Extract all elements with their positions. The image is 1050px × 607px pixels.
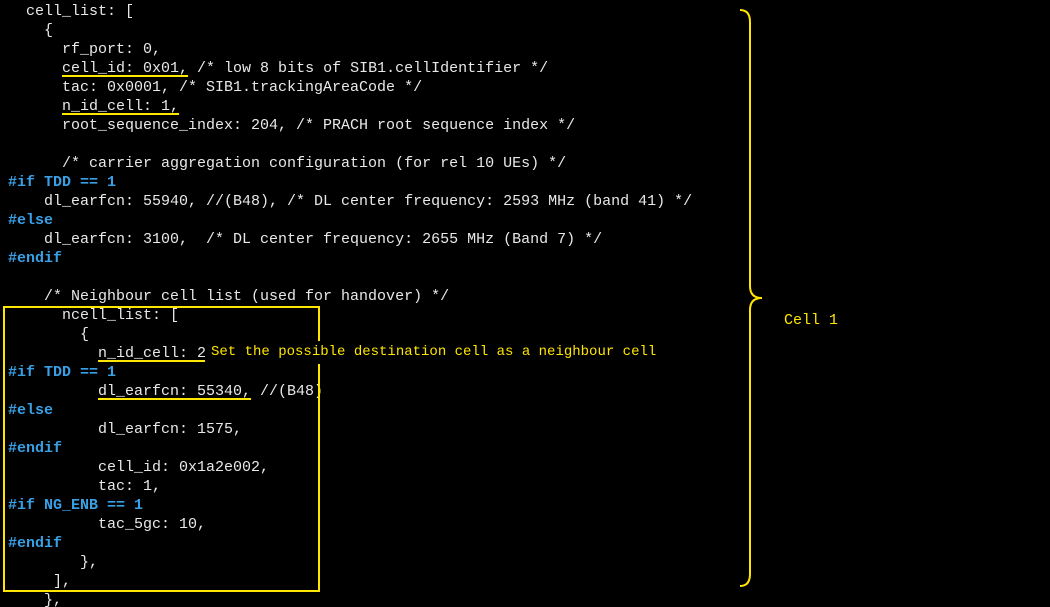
brace-label: Cell 1 [784, 311, 838, 330]
code-line: cell_list: [ [8, 2, 692, 21]
code-line: #endif [8, 439, 692, 458]
code-line: #if TDD == 1 [8, 173, 692, 192]
code-line: ncell_list: [ [8, 306, 692, 325]
code-block: cell_list: [ { rf_port: 0, cell_id: 0x01… [8, 2, 692, 607]
code-line: /* Neighbour cell list (used for handove… [8, 287, 692, 306]
code-line: dl_earfcn: 55340, //(B48) [8, 382, 692, 401]
code-line [8, 135, 692, 154]
code-line: #else [8, 401, 692, 420]
code-line: #if NG_ENB == 1 [8, 496, 692, 515]
code-line: rf_port: 0, [8, 40, 692, 59]
annotation-text: Set the possible destination cell as a n… [205, 341, 662, 364]
code-line: dl_earfcn: 1575, [8, 420, 692, 439]
code-line [8, 268, 692, 287]
code-line: cell_id: 0x01, /* low 8 bits of SIB1.cel… [8, 59, 692, 78]
code-line: ], [8, 572, 692, 591]
code-line: #else [8, 211, 692, 230]
code-line: cell_id: 0x1a2e002, [8, 458, 692, 477]
code-line: tac: 0x0001, /* SIB1.trackingAreaCode */ [8, 78, 692, 97]
code-line: #if TDD == 1 [8, 363, 692, 382]
code-line: { [8, 21, 692, 40]
code-line: #endif [8, 534, 692, 553]
code-line: /* carrier aggregation configuration (fo… [8, 154, 692, 173]
code-line: tac: 1, [8, 477, 692, 496]
code-line: dl_earfcn: 55940, //(B48), /* DL center … [8, 192, 692, 211]
code-line: dl_earfcn: 3100, /* DL center frequency:… [8, 230, 692, 249]
code-line: }, [8, 591, 692, 607]
code-line: #endif [8, 249, 692, 268]
code-line: }, [8, 553, 692, 572]
code-line: root_sequence_index: 204, /* PRACH root … [8, 116, 692, 135]
curly-brace-icon [736, 8, 766, 588]
code-line: tac_5gc: 10, [8, 515, 692, 534]
code-line: n_id_cell: 1, [8, 97, 692, 116]
